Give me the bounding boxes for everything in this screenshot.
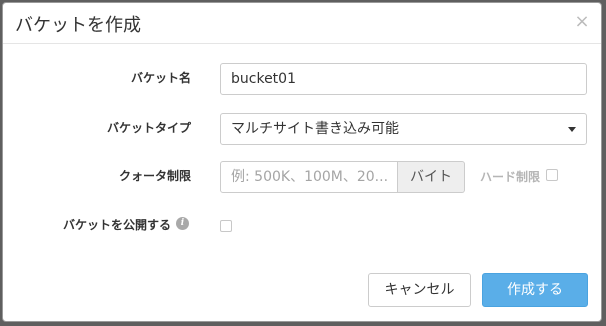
dialog-header: バケットを作成 × — [3, 3, 601, 44]
publish-checkbox[interactable] — [220, 220, 232, 232]
quota-input[interactable]: 例: 500K、100M、20... — [220, 161, 398, 193]
hard-limit-checkbox[interactable] — [546, 169, 558, 181]
chevron-down-icon — [568, 127, 576, 132]
cancel-button[interactable]: キャンセル — [368, 273, 471, 307]
hard-limit-label: ハード制限 — [480, 170, 541, 184]
bucket-name-label: バケット名 — [130, 71, 191, 85]
bucket-type-label: バケットタイプ — [106, 121, 191, 135]
close-icon[interactable]: × — [573, 13, 591, 31]
bucket-type-select[interactable]: マルチサイト書き込み可能 — [220, 113, 587, 145]
quota-label: クォータ制限 — [118, 169, 191, 183]
info-icon[interactable]: i — [176, 217, 189, 230]
create-bucket-dialog: バケットを作成 × バケット名 bucket01 バケットタイプ マルチサイト書… — [2, 2, 602, 322]
create-button[interactable]: 作成する — [482, 273, 588, 307]
bucket-name-input[interactable]: bucket01 — [220, 63, 587, 95]
dialog-title: バケットを作成 — [15, 15, 141, 36]
bucket-type-selected-value: マルチサイト書き込み可能 — [231, 121, 399, 137]
quota-unit-addon: バイト — [398, 161, 465, 193]
publish-label: バケットを公開する — [62, 218, 171, 232]
